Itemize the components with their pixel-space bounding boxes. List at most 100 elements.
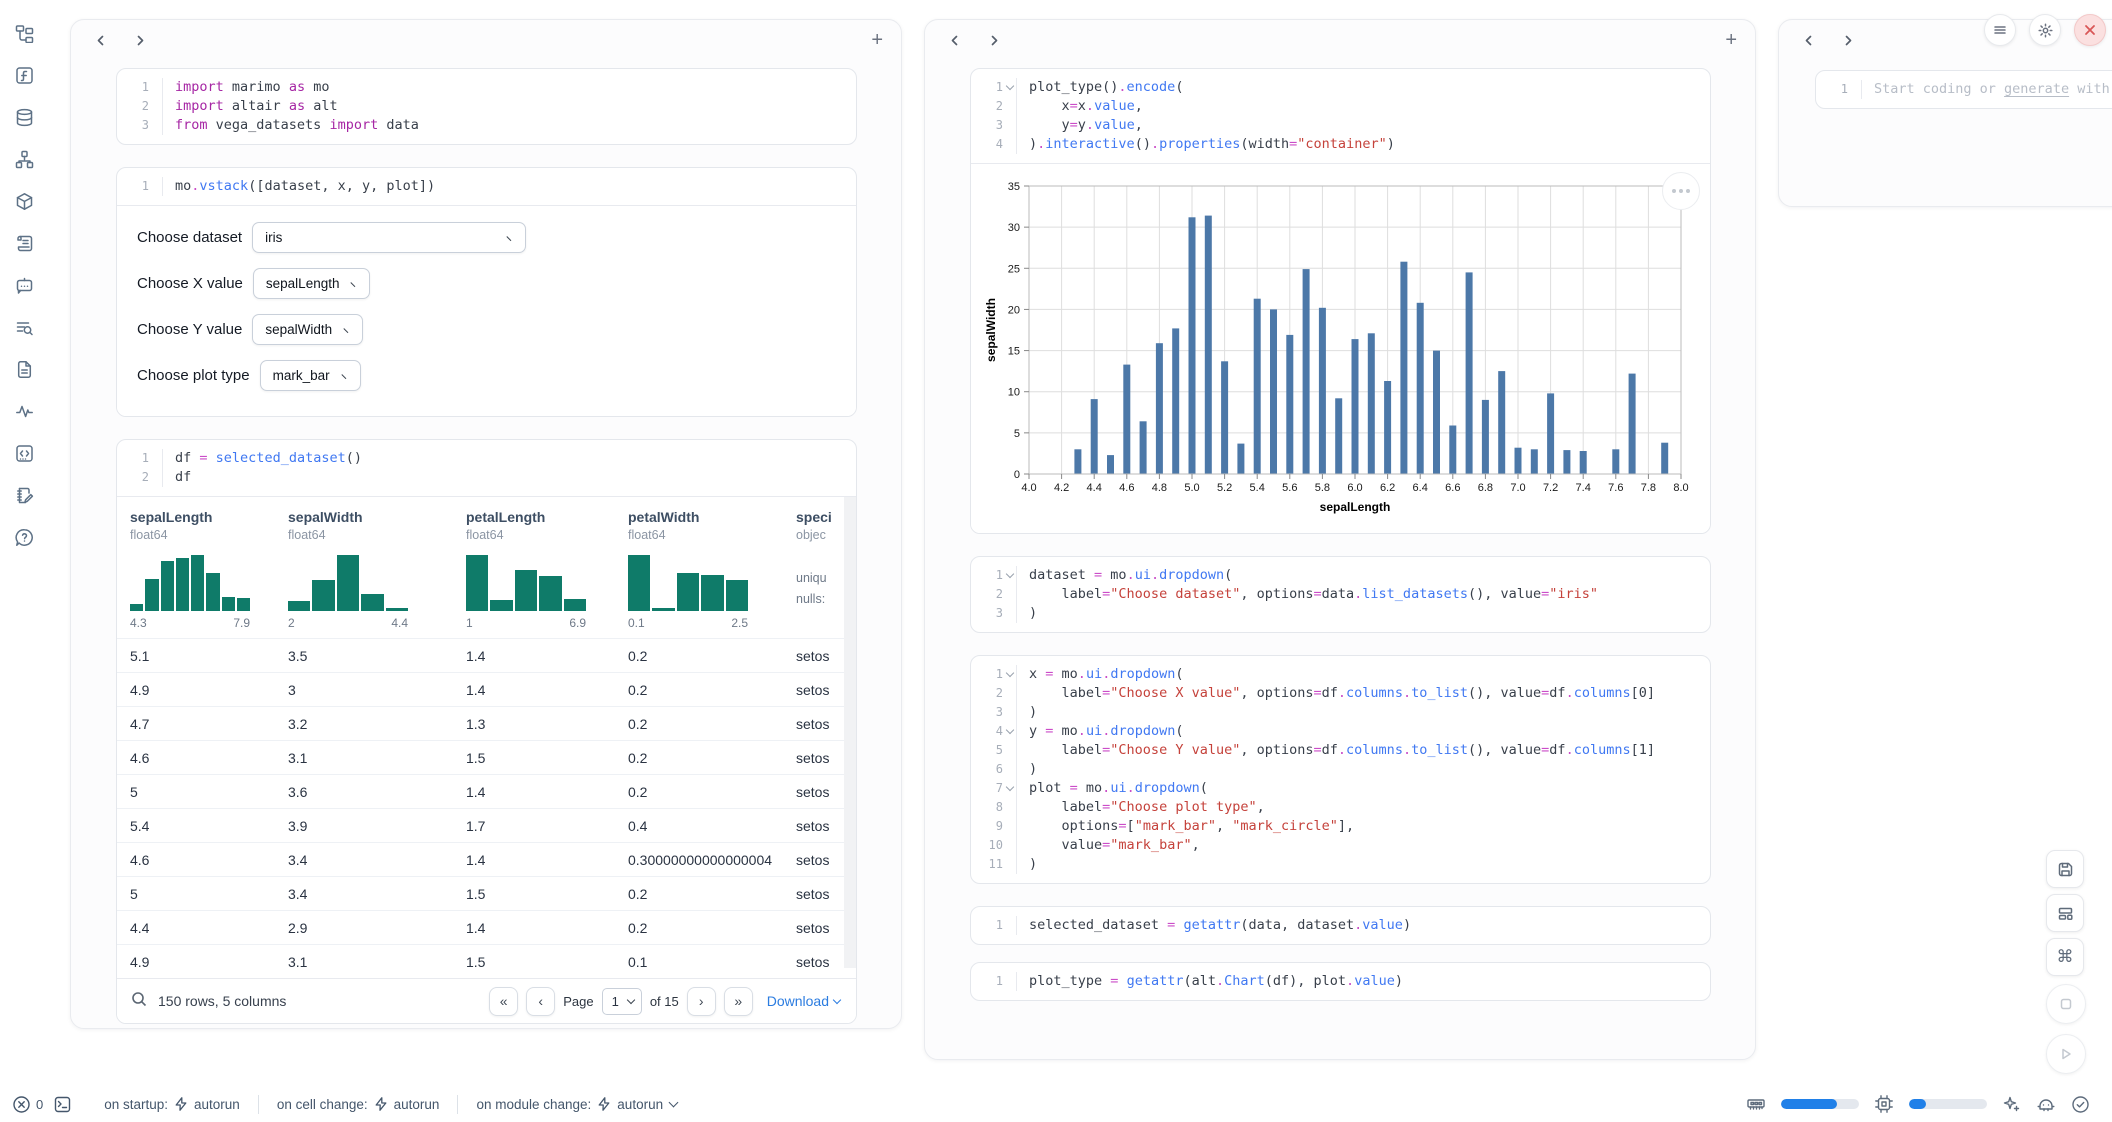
fold-chevron-icon[interactable]	[1003, 566, 1016, 585]
fold-chevron-icon[interactable]	[1003, 722, 1016, 741]
sidebar-item-help[interactable]	[11, 524, 37, 550]
code-editor[interactable]: 1dataset = mo.ui.dropdown(2 label="Choos…	[971, 557, 1710, 632]
chevron-right-icon[interactable]	[1837, 29, 1859, 51]
table-row[interactable]: 53.41.50.2setos	[117, 876, 844, 910]
cell-empty[interactable]: 1 Start coding or generate with	[1815, 70, 2112, 109]
cell-imports[interactable]: 1import marimo as mo2import altair as al…	[116, 68, 857, 145]
table-row[interactable]: 53.61.40.2setos	[117, 774, 844, 808]
add-cell-button[interactable]: +	[1725, 30, 1737, 50]
table-row[interactable]: 4.931.40.2setos	[117, 672, 844, 706]
cell-dataset-dropdown[interactable]: 1dataset = mo.ui.dropdown(2 label="Choos…	[970, 556, 1711, 633]
sidebar-item-documentation[interactable]	[11, 356, 37, 382]
sidebar-item-chat[interactable]	[11, 272, 37, 298]
chevron-right-icon[interactable]	[983, 29, 1005, 51]
errors-button[interactable]	[12, 1095, 31, 1114]
cell-vstack[interactable]: 1mo.vstack([dataset, x, y, plot]) Choose…	[116, 167, 857, 417]
play-icon	[2058, 1046, 2074, 1062]
next-page-button[interactable]: ›	[687, 987, 716, 1016]
column-header[interactable]: petalWidthfloat640.12.5	[615, 509, 783, 630]
line-number: 3	[979, 116, 1003, 135]
table-row[interactable]: 4.73.21.30.2setos	[117, 706, 844, 740]
download-button[interactable]: Download	[767, 993, 840, 1009]
table-row[interactable]: 4.63.41.40.30000000000000004setos	[117, 842, 844, 876]
stop-button[interactable]	[2046, 984, 2086, 1024]
search-icon[interactable]	[131, 991, 148, 1011]
code-editor[interactable]: 1plot_type = getattr(alt.Chart(df), plot…	[971, 963, 1710, 1000]
connection-status-icon[interactable]	[2071, 1095, 2090, 1114]
column-header[interactable]: sepalWidthfloat6424.4	[275, 509, 453, 630]
prev-page-button[interactable]: ‹	[526, 987, 555, 1016]
sidebar-item-snippets[interactable]	[11, 440, 37, 466]
on-cell-change-setting[interactable]: on cell change: autorun	[258, 1095, 458, 1114]
sidebar-item-tracing[interactable]	[11, 398, 37, 424]
first-page-button[interactable]: «	[489, 987, 518, 1016]
menu-button[interactable]	[1984, 14, 2016, 46]
sidebar-item-logs[interactable]	[11, 314, 37, 340]
code-editor[interactable]: 1plot_type().encode(2 x=x.value,3 y=y.va…	[971, 69, 1710, 163]
fold-chevron-icon[interactable]	[1003, 779, 1016, 798]
dataset-dropdown[interactable]: iris	[252, 222, 526, 253]
table-cell: 2.9	[275, 920, 453, 936]
code-line: 9 options=["mark_bar", "mark_circle"],	[979, 817, 1696, 836]
sidebar-item-dependencies[interactable]	[11, 146, 37, 172]
table-row[interactable]: 4.93.11.50.1setos	[117, 944, 844, 978]
add-cell-button[interactable]: +	[871, 30, 883, 50]
sidebar-item-packages[interactable]	[11, 188, 37, 214]
sidebar-item-datasources[interactable]	[11, 104, 37, 130]
sidebar-item-file-tree[interactable]	[11, 20, 37, 46]
chart-menu-button[interactable]	[1662, 172, 1700, 210]
chevron-left-icon[interactable]	[943, 29, 965, 51]
fold-chevron-icon[interactable]	[1003, 78, 1016, 97]
svg-text:15: 15	[1008, 346, 1020, 358]
on-startup-setting[interactable]: on startup: autorun	[86, 1095, 258, 1114]
fold-chevron-icon[interactable]	[1003, 665, 1016, 684]
editor-placeholder: Start coding or generate with	[1861, 80, 2112, 99]
sidebar-item-functions[interactable]	[11, 62, 37, 88]
table-row[interactable]: 5.43.91.70.4setos	[117, 808, 844, 842]
code-editor[interactable]: 1 Start coding or generate with	[1816, 71, 2112, 108]
x-value-dropdown[interactable]: sepalLength	[253, 268, 371, 299]
table-scrollbar[interactable]	[844, 497, 856, 968]
settings-button[interactable]	[2029, 14, 2061, 46]
cell-selected-dataset[interactable]: 1selected_dataset = getattr(data, datase…	[970, 906, 1711, 945]
sidebar-item-outline[interactable]	[11, 230, 37, 256]
code-editor[interactable]: 1x = mo.ui.dropdown(2 label="Choose X va…	[971, 656, 1710, 883]
chevron-left-icon[interactable]	[89, 29, 111, 51]
code-editor[interactable]: 1selected_dataset = getattr(data, datase…	[971, 907, 1710, 944]
circle-x-icon	[12, 1095, 31, 1114]
save-button[interactable]	[2046, 850, 2084, 888]
cpu-icon[interactable]	[1874, 1094, 1894, 1114]
y-value-dropdown[interactable]: sepalWidth	[252, 314, 363, 345]
table-cell: 1.4	[453, 852, 615, 868]
column-header[interactable]: petalLengthfloat6416.9	[453, 509, 615, 630]
chevron-right-icon[interactable]	[129, 29, 151, 51]
table-row[interactable]: 4.63.11.50.2setos	[117, 740, 844, 774]
column-header[interactable]: speciobjecuniqunulls:	[783, 509, 832, 630]
plot-type-dropdown[interactable]: mark_bar	[260, 360, 361, 391]
cell-dataframe[interactable]: 1df = selected_dataset()2df sepalLengthf…	[116, 439, 857, 1024]
cell-plot[interactable]: 1plot_type().encode(2 x=x.value,3 y=y.va…	[970, 68, 1711, 534]
bar-chart[interactable]: 4.04.24.44.64.85.05.25.45.65.86.06.26.46…	[983, 174, 1698, 529]
generate-link[interactable]: generate	[2004, 81, 2069, 97]
table-row[interactable]: 4.42.91.40.2setos	[117, 910, 844, 944]
close-button[interactable]	[2074, 14, 2106, 46]
last-page-button[interactable]: »	[724, 987, 753, 1016]
chevron-left-icon[interactable]	[1797, 29, 1819, 51]
cell-widget-dropdowns[interactable]: 1x = mo.ui.dropdown(2 label="Choose X va…	[970, 655, 1711, 884]
on-module-change-setting[interactable]: on module change: autorun	[457, 1095, 695, 1114]
command-palette-button[interactable]: ⌘	[2046, 938, 2084, 976]
layout-toggle-button[interactable]	[2046, 894, 2084, 932]
code-editor[interactable]: 1import marimo as mo2import altair as al…	[117, 69, 856, 144]
ai-assistant-icon[interactable]	[2036, 1094, 2056, 1114]
page-select[interactable]: 1	[602, 988, 642, 1015]
table-row[interactable]: 5.13.51.40.2setos	[117, 638, 844, 672]
cell-plot-type[interactable]: 1plot_type = getattr(alt.Chart(df), plot…	[970, 962, 1711, 1001]
column-header[interactable]: sepalLengthfloat644.37.9	[117, 509, 275, 630]
code-editor[interactable]: 1mo.vstack([dataset, x, y, plot])	[117, 168, 856, 205]
sparkles-icon[interactable]	[2002, 1095, 2021, 1114]
memory-icon[interactable]	[1746, 1094, 1766, 1114]
run-button[interactable]	[2046, 1034, 2086, 1074]
code-editor[interactable]: 1df = selected_dataset()2df	[117, 440, 856, 496]
terminal-button[interactable]	[53, 1095, 72, 1114]
sidebar-item-scratchpad[interactable]	[11, 482, 37, 508]
